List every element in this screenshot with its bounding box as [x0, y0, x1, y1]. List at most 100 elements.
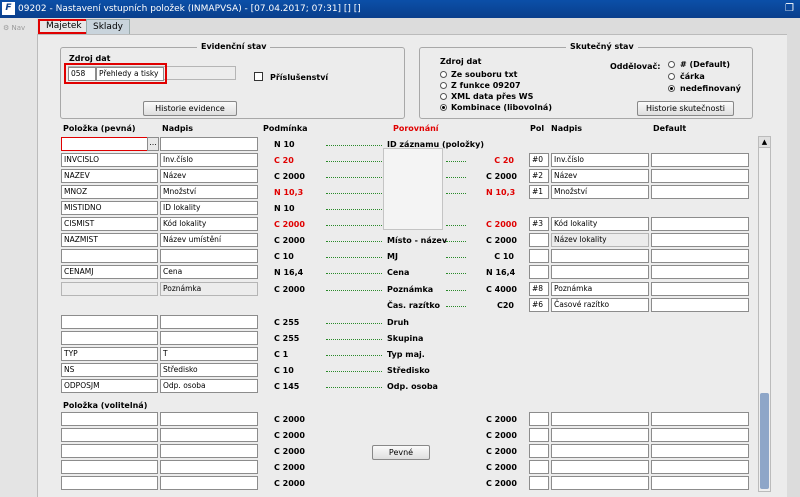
default-field[interactable]	[651, 185, 749, 199]
polozka-field[interactable]	[61, 331, 158, 345]
polozka-field[interactable]: ODPOSJM	[61, 379, 158, 393]
volitelna-nadpis-skutecny-field[interactable]	[551, 412, 649, 426]
pol-field[interactable]: #3	[529, 217, 549, 231]
oddelovac-option-0-radio[interactable]	[668, 61, 675, 68]
nadpis-skutecny-field[interactable]	[551, 249, 649, 263]
pol-field[interactable]: #6	[529, 298, 549, 312]
polozka-field[interactable]: INVCISLO	[61, 153, 158, 167]
historie-evidence-button[interactable]: Historie evidence	[143, 101, 237, 116]
polozka-field[interactable]	[61, 282, 158, 296]
nadpis-field[interactable]: Název umístění	[160, 233, 258, 247]
oddelovac-option-2-radio[interactable]	[668, 85, 675, 92]
pol-field[interactable]: #0	[529, 153, 549, 167]
nadpis-field[interactable]: Odp. osoba	[160, 379, 258, 393]
zdroj-option-1-radio[interactable]	[440, 82, 447, 89]
polozka-field[interactable]	[61, 249, 158, 263]
volitelna-polozka-field[interactable]	[61, 460, 158, 474]
default-field[interactable]	[651, 153, 749, 167]
polozka-field[interactable]	[61, 315, 158, 329]
nadpis-skutecny-field[interactable]: Inv.číslo	[551, 153, 649, 167]
default-field[interactable]	[651, 298, 749, 312]
volitelna-polozka-field[interactable]	[61, 412, 158, 426]
volitelna-nadpis-skutecny-field[interactable]	[551, 444, 649, 458]
volitelna-nadpis-field[interactable]	[160, 444, 258, 458]
volitelna-nadpis-skutecny-field[interactable]	[551, 476, 649, 490]
volitelna-nadpis-field[interactable]	[160, 428, 258, 442]
pol-field[interactable]	[529, 249, 549, 263]
nadpis-field[interactable]: Kód lokality	[160, 217, 258, 231]
polozka-field[interactable]: CENAMJ	[61, 265, 158, 279]
volitelna-pol-field[interactable]	[529, 460, 549, 474]
volitelna-nadpis-field[interactable]	[160, 412, 258, 426]
nadpis-field[interactable]: Název	[160, 169, 258, 183]
volitelna-polozka-field[interactable]	[61, 476, 158, 490]
nadpis-field[interactable]	[160, 137, 258, 151]
polozka-field[interactable]: NAZEV	[61, 169, 158, 183]
volitelna-default-field[interactable]	[651, 428, 749, 442]
tab-majetek[interactable]: Majetek	[38, 19, 90, 34]
polozka-field[interactable]	[61, 137, 148, 151]
volitelna-nadpis-skutecny-field[interactable]	[551, 460, 649, 474]
scroll-thumb[interactable]	[760, 393, 769, 489]
volitelna-pol-field[interactable]	[529, 428, 549, 442]
zdroj-option-3-radio[interactable]	[440, 104, 447, 111]
volitelna-default-field[interactable]	[651, 476, 749, 490]
volitelna-nadpis-skutecny-field[interactable]	[551, 428, 649, 442]
volitelna-default-field[interactable]	[651, 412, 749, 426]
nadpis-field[interactable]: Středisko	[160, 363, 258, 377]
volitelna-nadpis-field[interactable]	[160, 460, 258, 474]
pol-field[interactable]: #8	[529, 282, 549, 296]
nadpis-skutecny-field[interactable]: Množství	[551, 185, 649, 199]
default-field[interactable]	[651, 265, 749, 279]
volitelna-default-field[interactable]	[651, 460, 749, 474]
polozka-field[interactable]: NAZMIST	[61, 233, 158, 247]
nadpis-field[interactable]	[160, 331, 258, 345]
pol-field[interactable]: #2	[529, 169, 549, 183]
nadpis-skutecny-field[interactable]: Název	[551, 169, 649, 183]
pol-field[interactable]: #1	[529, 185, 549, 199]
volitelna-pol-field[interactable]	[529, 476, 549, 490]
zdroj-option-2-radio[interactable]	[440, 93, 447, 100]
default-field[interactable]	[651, 249, 749, 263]
default-field[interactable]	[651, 233, 749, 247]
polozka-field[interactable]: TYP	[61, 347, 158, 361]
nadpis-skutecny-field[interactable]: Časové razítko	[551, 298, 649, 312]
nadpis-field[interactable]	[160, 249, 258, 263]
nadpis-skutecny-field[interactable]: Kód lokality	[551, 217, 649, 231]
volitelna-nadpis-field[interactable]	[160, 476, 258, 490]
polozka-field[interactable]: NS	[61, 363, 158, 377]
nav-label[interactable]: ⚙ Nav	[3, 24, 25, 32]
pevne-button[interactable]: Pevné	[372, 445, 430, 460]
lookup-ellipsis-button[interactable]: ...	[147, 137, 159, 151]
nadpis-field[interactable]: Cena	[160, 265, 258, 279]
polozka-field[interactable]: MISTIDNO	[61, 201, 158, 215]
volitelna-pol-field[interactable]	[529, 412, 549, 426]
nadpis-field[interactable]: T	[160, 347, 258, 361]
pol-field[interactable]	[529, 265, 549, 279]
nadpis-field[interactable]: ID lokality	[160, 201, 258, 215]
tab-sklady[interactable]: Sklady	[86, 19, 130, 34]
polozka-field[interactable]: CISMIST	[61, 217, 158, 231]
volitelna-pol-field[interactable]	[529, 444, 549, 458]
historie-skutecnosti-button[interactable]: Historie skutečnosti	[637, 101, 734, 116]
nadpis-skutecny-field[interactable]: Název lokality	[551, 233, 649, 247]
default-field[interactable]	[651, 169, 749, 183]
default-field[interactable]	[651, 282, 749, 296]
volitelna-polozka-field[interactable]	[61, 444, 158, 458]
zdroj-option-0-radio[interactable]	[440, 71, 447, 78]
oddelovac-option-1-radio[interactable]	[668, 73, 675, 80]
polozka-field[interactable]: MNOZ	[61, 185, 158, 199]
scroll-up-icon[interactable]: ▲	[759, 137, 770, 148]
restore-window-icon[interactable]: ❐	[785, 0, 794, 18]
default-field[interactable]	[651, 217, 749, 231]
volitelna-default-field[interactable]	[651, 444, 749, 458]
prislusenstvi-checkbox[interactable]	[254, 72, 263, 81]
nadpis-skutecny-field[interactable]	[551, 265, 649, 279]
nadpis-field[interactable]: Poznámka	[160, 282, 258, 296]
nadpis-field[interactable]: Množství	[160, 185, 258, 199]
grid-scrollbar[interactable]: ▲	[758, 136, 771, 492]
nadpis-field[interactable]	[160, 315, 258, 329]
nadpis-field[interactable]: Inv.číslo	[160, 153, 258, 167]
volitelna-polozka-field[interactable]	[61, 428, 158, 442]
pol-field[interactable]	[529, 233, 549, 247]
